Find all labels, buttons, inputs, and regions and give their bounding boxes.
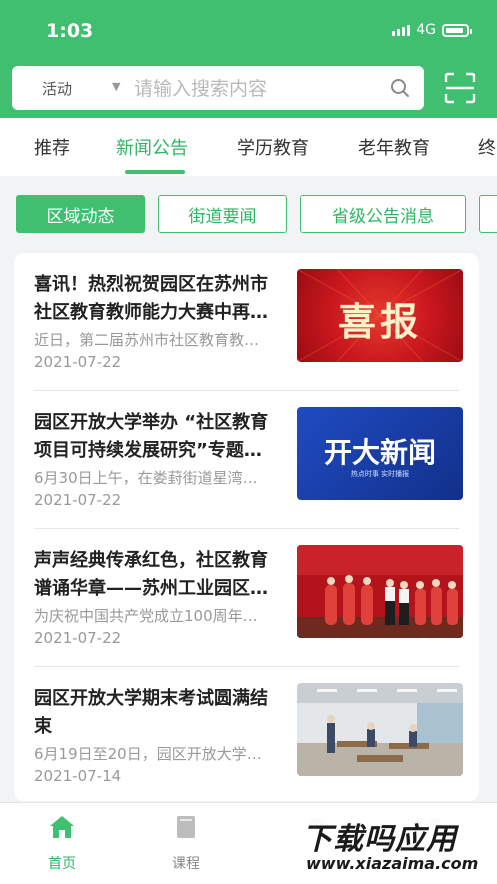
news-summary: 为庆祝中国共产党成立100周年… bbox=[34, 607, 258, 625]
news-summary: 近日，第二届苏州市社区教育教… bbox=[34, 331, 260, 349]
tab-recommend[interactable]: 推荐 bbox=[34, 134, 70, 160]
chip-provincial-notices[interactable]: 省级公告消息 bbox=[300, 195, 466, 233]
list-item[interactable]: 声声经典传承红色，社区教育谱诵华章——苏州工业园区… 为庆祝中国共产党成立100… bbox=[14, 529, 479, 667]
chip-street-news[interactable]: 街道要闻 bbox=[158, 195, 287, 233]
tab-lifelong[interactable]: 终 bbox=[478, 134, 496, 160]
thumbnail-text: 喜报 bbox=[337, 300, 422, 344]
search-input[interactable] bbox=[132, 74, 396, 104]
search-icon[interactable] bbox=[390, 78, 410, 98]
category-tabs: 推荐 新闻公告 学历教育 老年教育 终 bbox=[0, 118, 497, 176]
news-thumbnail[interactable]: 喜报 bbox=[297, 269, 463, 362]
watermark: 下载吗应用 www.xiazaima.com bbox=[296, 812, 494, 878]
scan-icon[interactable] bbox=[444, 72, 476, 104]
news-title[interactable]: 园区开放大学期末考试圆满结束 bbox=[34, 685, 284, 741]
tab-senior-education[interactable]: 老年教育 bbox=[358, 134, 430, 160]
list-item[interactable]: 喜讯！热烈祝贺园区在苏州市社区教育教师能力大赛中再… 近日，第二届苏州市社区教育… bbox=[14, 253, 479, 391]
tab-degree-education[interactable]: 学历教育 bbox=[237, 134, 309, 160]
news-list: 喜讯！热烈祝贺园区在苏州市社区教育教师能力大赛中再… 近日，第二届苏州市社区教育… bbox=[14, 253, 479, 801]
watermark-main: 下载吗应用 bbox=[302, 822, 457, 857]
news-date: 2021-07-22 bbox=[34, 491, 122, 509]
list-item[interactable]: 园区开放大学期末考试圆满结束 6月19日至20日，园区开放大学… 2021-07… bbox=[14, 667, 479, 801]
battery-icon bbox=[442, 23, 472, 37]
search-bar[interactable]: 活动 ▼ bbox=[12, 66, 424, 110]
status-bar: 1:03 4G bbox=[0, 0, 497, 60]
news-summary: 6月19日至20日，园区开放大学… bbox=[34, 745, 262, 763]
news-title[interactable]: 声声经典传承红色，社区教育谱诵华章——苏州工业园区… bbox=[34, 547, 284, 603]
status-time: 1:03 bbox=[46, 20, 94, 42]
network-label: 4G bbox=[416, 22, 436, 38]
news-thumbnail[interactable] bbox=[297, 545, 463, 638]
news-date: 2021-07-22 bbox=[34, 353, 122, 371]
thumbnail-text: 开大新闻 bbox=[323, 436, 436, 469]
search-category[interactable]: 活动 bbox=[42, 78, 72, 99]
news-title[interactable]: 喜讯！热烈祝贺园区在苏州市社区教育教师能力大赛中再… bbox=[34, 271, 284, 327]
news-date: 2021-07-22 bbox=[34, 629, 122, 647]
chevron-down-icon[interactable]: ▼ bbox=[112, 80, 120, 93]
book-icon bbox=[177, 816, 195, 838]
status-network: 4G bbox=[392, 22, 472, 38]
news-thumbnail[interactable]: 开大新闻 热点时事 实时播报 bbox=[297, 407, 463, 500]
news-date: 2021-07-14 bbox=[34, 767, 122, 785]
thumbnail-subtext: 热点时事 实时播报 bbox=[350, 470, 410, 478]
filter-chips: 区域动态 街道要闻 省级公告消息 bbox=[0, 176, 497, 248]
list-item[interactable]: 园区开放大学举办 “社区教育项目可持续发展研究”专题… 6月30日上午，在娄葑街… bbox=[14, 391, 479, 529]
news-thumbnail[interactable] bbox=[297, 683, 463, 776]
nav-home-label: 首页 bbox=[48, 856, 76, 872]
chip-more[interactable] bbox=[479, 195, 497, 233]
tab-news[interactable]: 新闻公告 bbox=[116, 134, 188, 160]
watermark-sub: www.xiazaima.com bbox=[306, 854, 479, 873]
exam-room-image bbox=[297, 683, 463, 776]
nav-courses[interactable]: 课程 bbox=[141, 813, 231, 873]
signal-icon bbox=[392, 24, 411, 36]
news-summary: 6月30日上午，在娄葑街道星湾… bbox=[34, 469, 258, 487]
tab-active-indicator bbox=[125, 170, 185, 174]
nav-courses-label: 课程 bbox=[172, 856, 200, 872]
home-icon bbox=[50, 816, 74, 838]
stage-performance-image bbox=[297, 545, 463, 638]
chip-regional-news[interactable]: 区域动态 bbox=[16, 195, 145, 233]
nav-home[interactable]: 首页 bbox=[17, 813, 107, 873]
header: 1:03 4G 活动 ▼ bbox=[0, 0, 497, 118]
news-title[interactable]: 园区开放大学举办 “社区教育项目可持续发展研究”专题… bbox=[34, 409, 284, 465]
